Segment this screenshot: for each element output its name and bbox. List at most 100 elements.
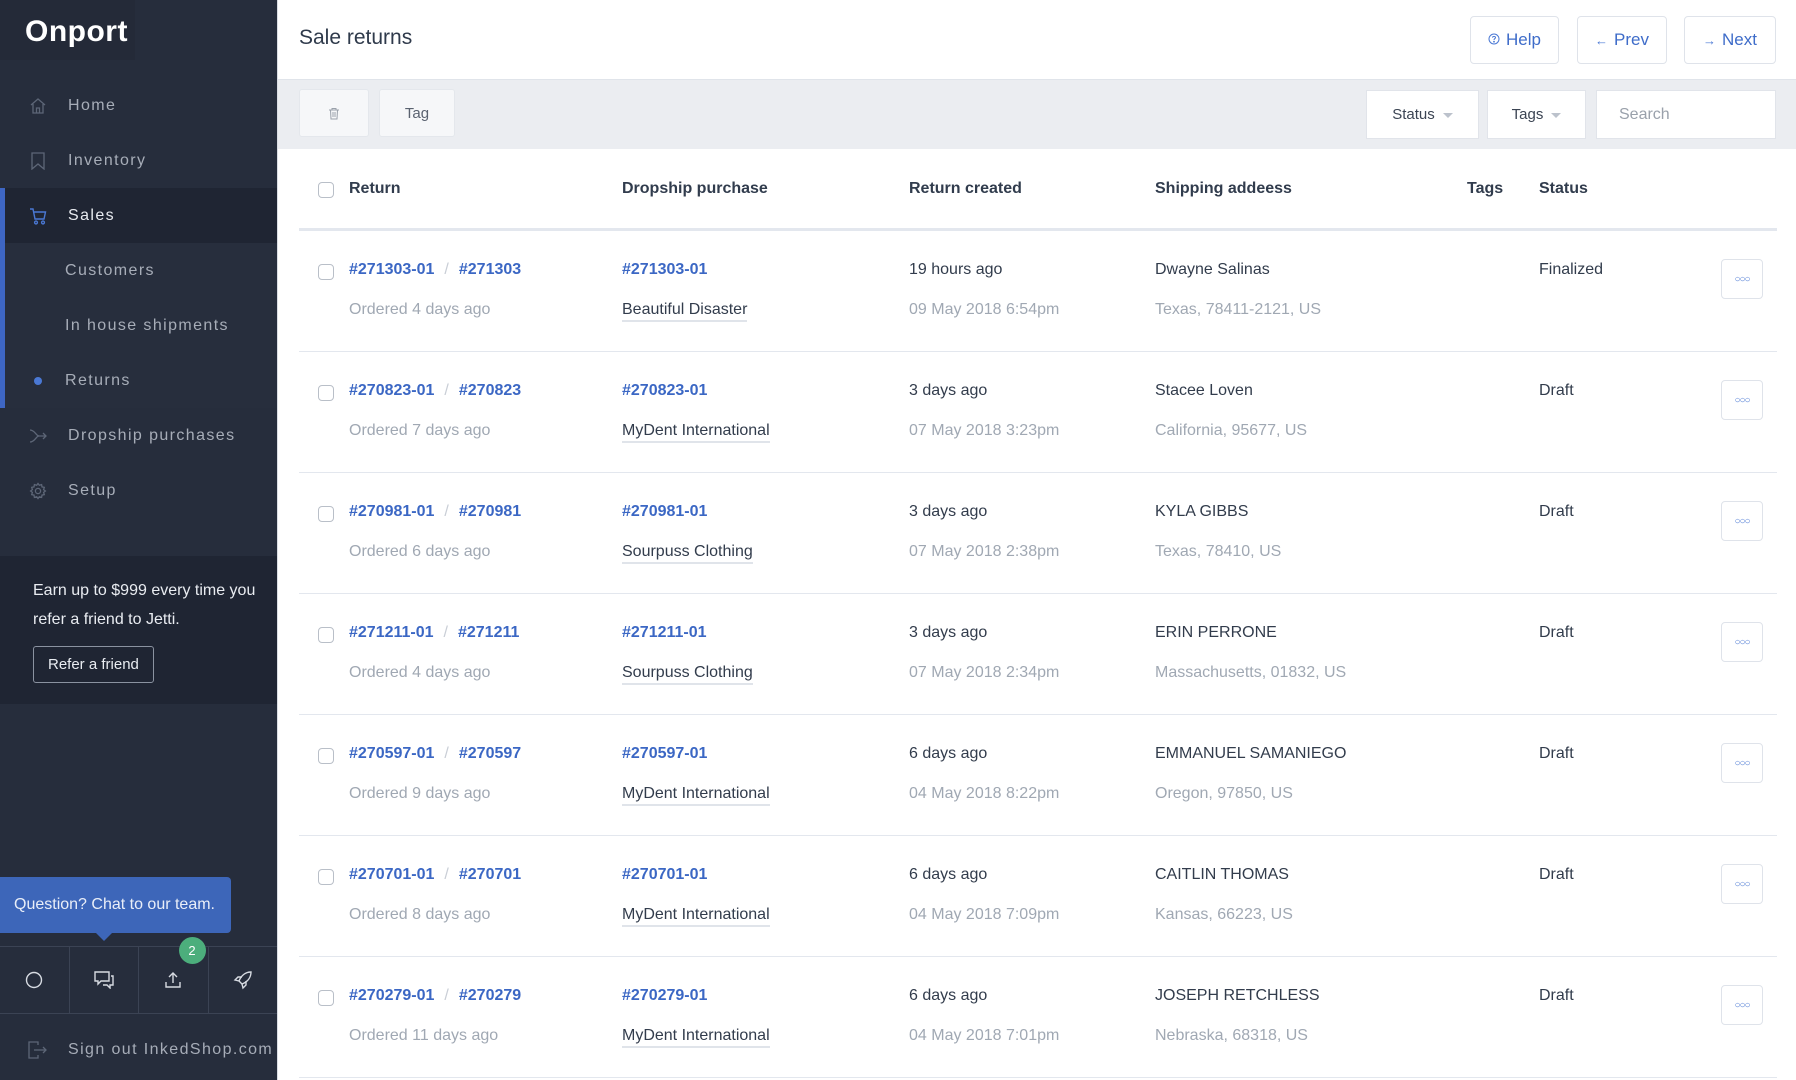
- upload-icon: [165, 972, 181, 988]
- customer-name: Stacee Loven: [1155, 382, 1253, 399]
- ordered-ago: Ordered 8 days ago: [349, 906, 491, 923]
- order-id-link[interactable]: #270597: [459, 745, 521, 762]
- customer-name: CAITLIN THOMAS: [1155, 866, 1289, 883]
- row-actions-button[interactable]: ○○○: [1721, 501, 1763, 541]
- select-all-checkbox[interactable]: [318, 182, 334, 198]
- order-id-link[interactable]: #270823: [459, 382, 521, 399]
- purchase-id-link[interactable]: #270701-01: [622, 866, 707, 884]
- sidebar-item-returns[interactable]: Returns: [0, 353, 277, 408]
- purchase-id-link[interactable]: #270279-01: [622, 987, 707, 1005]
- table-row: #270597-01 / #270597 Ordered 9 days ago #2…: [299, 715, 1777, 836]
- purchase-id-link[interactable]: #270981-01: [622, 503, 707, 521]
- order-id-link[interactable]: #271211: [458, 624, 519, 641]
- shipping-address: Nebraska, 68318, US: [1155, 1027, 1308, 1044]
- vendor-link[interactable]: MyDent International: [622, 785, 770, 806]
- utility-icon-row: 2: [0, 937, 278, 1014]
- vendor-link[interactable]: Sourpuss Clothing: [622, 664, 753, 685]
- row-checkbox[interactable]: [318, 506, 334, 522]
- sidebar-item-label: Customers: [65, 261, 155, 279]
- delete-button[interactable]: [299, 89, 369, 137]
- order-id-link[interactable]: #270279: [459, 987, 521, 1004]
- row-checkbox[interactable]: [318, 748, 334, 764]
- sidebar-item-dropship-purchases[interactable]: Dropship purchases: [0, 408, 277, 463]
- row-checkbox[interactable]: [318, 627, 334, 643]
- chat-tooltip[interactable]: Question? Chat to our team.: [0, 877, 231, 941]
- purchase-id-link[interactable]: #270597-01: [622, 745, 707, 763]
- upload-button[interactable]: 2: [139, 937, 209, 1013]
- customer-name: ERIN PERRONE: [1155, 624, 1277, 641]
- row-checkbox[interactable]: [318, 990, 334, 1006]
- return-id-link[interactable]: #270597-01: [349, 745, 434, 762]
- prev-button[interactable]: ← Prev: [1577, 16, 1667, 64]
- return-id-link[interactable]: #270279-01: [349, 987, 434, 1004]
- chat-bubbles-icon: [94, 971, 114, 989]
- column-header-dropship-purchase[interactable]: Dropship purchase: [622, 180, 768, 198]
- ordered-ago: Ordered 4 days ago: [349, 664, 491, 681]
- purchase-id-link[interactable]: #271211-01: [622, 624, 707, 642]
- created-relative: 6 days ago: [909, 866, 988, 883]
- sidebar-item-inventory[interactable]: Inventory: [0, 133, 277, 188]
- column-header-status[interactable]: Status: [1539, 180, 1588, 198]
- vendor-link[interactable]: MyDent International: [622, 1027, 770, 1048]
- created-date: 04 May 2018 7:01pm: [909, 1027, 1060, 1044]
- separator: /: [444, 866, 449, 883]
- column-header-return[interactable]: Return: [349, 180, 401, 198]
- return-id-link[interactable]: #270981-01: [349, 503, 434, 520]
- table-row: #271303-01 / #271303 Ordered 4 days ago #2…: [299, 231, 1777, 352]
- row-checkbox[interactable]: [318, 264, 334, 280]
- sidebar-item-sales[interactable]: Sales: [0, 188, 277, 243]
- sign-out-link[interactable]: Sign out InkedShop.com: [0, 1020, 277, 1080]
- vendor-link[interactable]: MyDent International: [622, 422, 770, 443]
- return-id-link[interactable]: #271303-01: [349, 261, 434, 278]
- created-relative: 3 days ago: [909, 624, 988, 641]
- row-actions-button[interactable]: ○○○: [1721, 259, 1763, 299]
- row-actions-button[interactable]: ○○○: [1721, 380, 1763, 420]
- cart-icon: [28, 206, 48, 226]
- order-id-link[interactable]: #271303: [459, 261, 521, 278]
- bookmark-icon: [28, 151, 48, 171]
- vendor-link[interactable]: Beautiful Disaster: [622, 301, 748, 322]
- chat-button[interactable]: [70, 947, 139, 1013]
- row-actions-button[interactable]: ○○○: [1721, 985, 1763, 1025]
- column-header-shipping-address[interactable]: Shipping addeess: [1155, 180, 1292, 198]
- row-checkbox[interactable]: [318, 869, 334, 885]
- purchase-id-link[interactable]: #271303-01: [622, 261, 707, 279]
- column-header-tags[interactable]: Tags: [1467, 180, 1503, 198]
- tags-filter-dropdown[interactable]: Tags: [1487, 90, 1586, 139]
- sidebar-item-setup[interactable]: Setup: [0, 463, 277, 518]
- vendor-link[interactable]: Sourpuss Clothing: [622, 543, 753, 564]
- return-id-link[interactable]: #270701-01: [349, 866, 434, 883]
- return-id-link[interactable]: #270823-01: [349, 382, 434, 399]
- separator: /: [444, 987, 449, 1004]
- shipping-address: California, 95677, US: [1155, 422, 1308, 439]
- purchase-id-link[interactable]: #270823-01: [622, 382, 707, 400]
- next-button[interactable]: → Next: [1684, 16, 1776, 64]
- return-id-link[interactable]: #271211-01: [349, 624, 434, 641]
- order-id-link[interactable]: #270701: [459, 866, 521, 883]
- logo[interactable]: Onport: [0, 0, 135, 60]
- order-id-link[interactable]: #270981: [459, 503, 521, 520]
- sidebar-item-in-house-shipments[interactable]: In house shipments: [0, 298, 277, 353]
- circle-icon: [26, 971, 43, 989]
- row-checkbox[interactable]: [318, 385, 334, 401]
- shipping-address: Texas, 78410, US: [1155, 543, 1282, 560]
- search-input[interactable]: [1596, 90, 1776, 139]
- sidebar-item-customers[interactable]: Customers: [0, 243, 277, 298]
- row-actions-button[interactable]: ○○○: [1721, 622, 1763, 662]
- shipping-address: Massachusetts, 01832, US: [1155, 664, 1347, 681]
- shipping-address: Oregon, 97850, US: [1155, 785, 1293, 802]
- launch-button[interactable]: [209, 947, 278, 1013]
- rocket-icon: [233, 971, 252, 990]
- status-circle-button[interactable]: [0, 947, 70, 1013]
- sidebar-item-home[interactable]: Home: [0, 78, 277, 133]
- status-filter-dropdown[interactable]: Status: [1366, 90, 1479, 139]
- row-actions-button[interactable]: ○○○: [1721, 743, 1763, 783]
- column-header-return-created[interactable]: Return created: [909, 180, 1022, 198]
- status-badge: Draft: [1539, 382, 1574, 399]
- row-actions-button[interactable]: ○○○: [1721, 864, 1763, 904]
- help-button[interactable]: Help: [1470, 16, 1559, 64]
- refer-a-friend-button[interactable]: Refer a friend: [33, 646, 154, 683]
- tag-button[interactable]: Tag: [379, 89, 455, 137]
- vendor-link[interactable]: MyDent International: [622, 906, 770, 927]
- table-row: #270279-01 / #270279 Ordered 11 days ago #…: [299, 957, 1777, 1078]
